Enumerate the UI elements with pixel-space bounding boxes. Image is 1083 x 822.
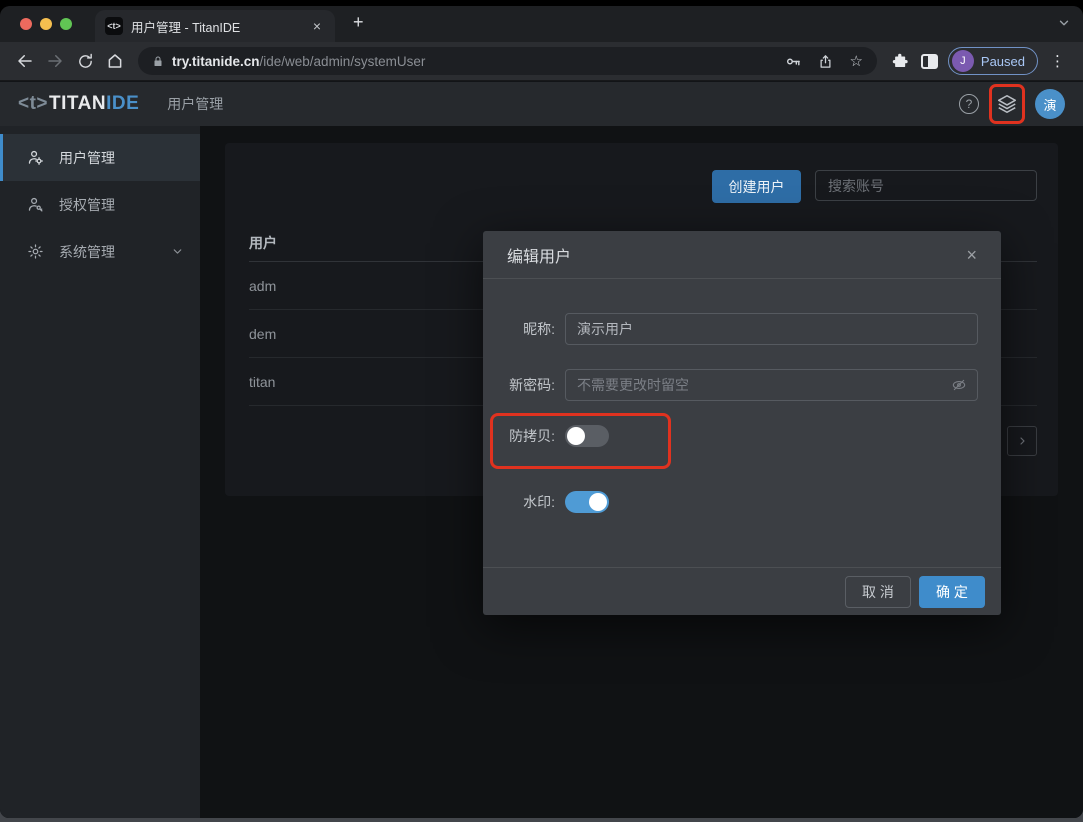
toggle-knob (589, 493, 607, 511)
pagination-next-icon[interactable] (1007, 426, 1037, 456)
share-icon[interactable] (818, 53, 833, 70)
help-icon[interactable]: ? (959, 94, 979, 114)
sync-paused-label: Paused (981, 54, 1025, 69)
browser-tab[interactable]: <t> 用户管理 - TitanIDE × (95, 10, 335, 42)
forward-icon[interactable] (40, 46, 70, 76)
anticopy-label: 防拷贝: (483, 426, 555, 446)
anticopy-row: 防拷贝: (483, 420, 1001, 452)
screen: <t> 用户管理 - TitanIDE × + (0, 0, 1083, 822)
watermark-row: 水印: (483, 486, 1001, 518)
browser-toolbar: try.titanide.cn/ide/web/admin/systemUser… (0, 42, 1083, 81)
sidebar-item-user-management[interactable]: 用户管理 (0, 134, 200, 181)
logo-ide: IDE (106, 93, 139, 115)
url-path: /ide/web/admin/systemUser (260, 54, 426, 69)
modal-header: 编辑用户 × (483, 231, 1001, 279)
app-header: <t>TITANIDE 用户管理 ? 演 (0, 82, 1083, 126)
sidebar-item-label: 系统管理 (59, 242, 115, 262)
url-host: try.titanide.cn (172, 54, 260, 69)
main-content: 创建用户 用户 操作 adm (200, 126, 1083, 818)
profile-button[interactable]: J Paused (948, 47, 1038, 75)
create-user-button[interactable]: 创建用户 (712, 170, 801, 203)
sidebar-item-label: 用户管理 (59, 148, 115, 168)
back-icon[interactable] (10, 46, 40, 76)
user-key-icon (27, 196, 44, 213)
tab-favicon-icon: <t> (105, 17, 123, 35)
sidebar-item-system-management[interactable]: 系统管理 (0, 228, 200, 275)
browser-menu-icon[interactable]: ⋮ (1042, 52, 1073, 70)
bookmark-star-icon[interactable]: ☆ (849, 54, 862, 69)
tab-title: 用户管理 - TitanIDE (131, 17, 309, 36)
search-input[interactable] (815, 170, 1037, 201)
watermark-toggle[interactable] (565, 491, 609, 513)
minimize-window-button[interactable] (40, 18, 52, 30)
titanide-app: <t>TITANIDE 用户管理 ? 演 (0, 82, 1083, 818)
gear-icon (27, 243, 44, 260)
modal-footer: 取 消 确 定 (483, 567, 1001, 615)
header-page-title: 用户管理 (167, 94, 223, 114)
password-input[interactable] (565, 369, 978, 401)
toggle-knob (567, 427, 585, 445)
modal-close-icon[interactable]: × (966, 246, 977, 264)
extensions-puzzle-icon[interactable] (891, 52, 909, 70)
side-panel-icon[interactable] (921, 54, 938, 69)
chevron-down-icon (171, 245, 184, 258)
nickname-input[interactable] (565, 313, 978, 345)
traffic-lights (20, 18, 72, 30)
browser-window: <t> 用户管理 - TitanIDE × + (0, 6, 1083, 818)
layers-icon[interactable] (996, 93, 1018, 115)
user-gear-icon (27, 149, 44, 166)
close-window-button[interactable] (20, 18, 32, 30)
address-bar[interactable]: try.titanide.cn/ide/web/admin/systemUser… (138, 47, 877, 75)
eye-off-icon[interactable] (951, 377, 967, 393)
password-key-icon[interactable] (785, 53, 802, 70)
sidebar: 用户管理 授权管理 系统管理 (0, 126, 200, 818)
password-label: 新密码: (483, 375, 555, 395)
tab-search-chevron-icon[interactable] (1057, 16, 1071, 30)
cancel-button[interactable]: 取 消 (845, 576, 911, 608)
logo-titan: TITAN (49, 93, 106, 115)
password-row: 新密码: (483, 369, 1001, 401)
sidebar-item-label: 授权管理 (59, 195, 115, 215)
confirm-button[interactable]: 确 定 (919, 576, 985, 608)
reload-icon[interactable] (70, 46, 100, 76)
home-icon[interactable] (100, 46, 130, 76)
nickname-label: 昵称: (483, 319, 555, 339)
modal-title: 编辑用户 (507, 243, 571, 267)
new-tab-button[interactable]: + (347, 12, 370, 33)
profile-avatar: J (952, 50, 974, 72)
tab-close-icon[interactable]: × (309, 17, 325, 35)
sidebar-item-authorization[interactable]: 授权管理 (0, 181, 200, 228)
nickname-row: 昵称: (483, 313, 1001, 345)
edit-user-modal: 编辑用户 × 昵称: 新密码: (483, 231, 1001, 615)
watermark-label: 水印: (483, 492, 555, 512)
tab-strip: <t> 用户管理 - TitanIDE × + (0, 6, 1083, 42)
logo-bracket: <t> (18, 93, 48, 115)
lock-icon (152, 55, 164, 68)
zoom-window-button[interactable] (60, 18, 72, 30)
titanide-logo[interactable]: <t>TITANIDE (18, 93, 139, 115)
user-avatar[interactable]: 演 (1035, 89, 1065, 119)
anticopy-toggle[interactable] (565, 425, 609, 447)
